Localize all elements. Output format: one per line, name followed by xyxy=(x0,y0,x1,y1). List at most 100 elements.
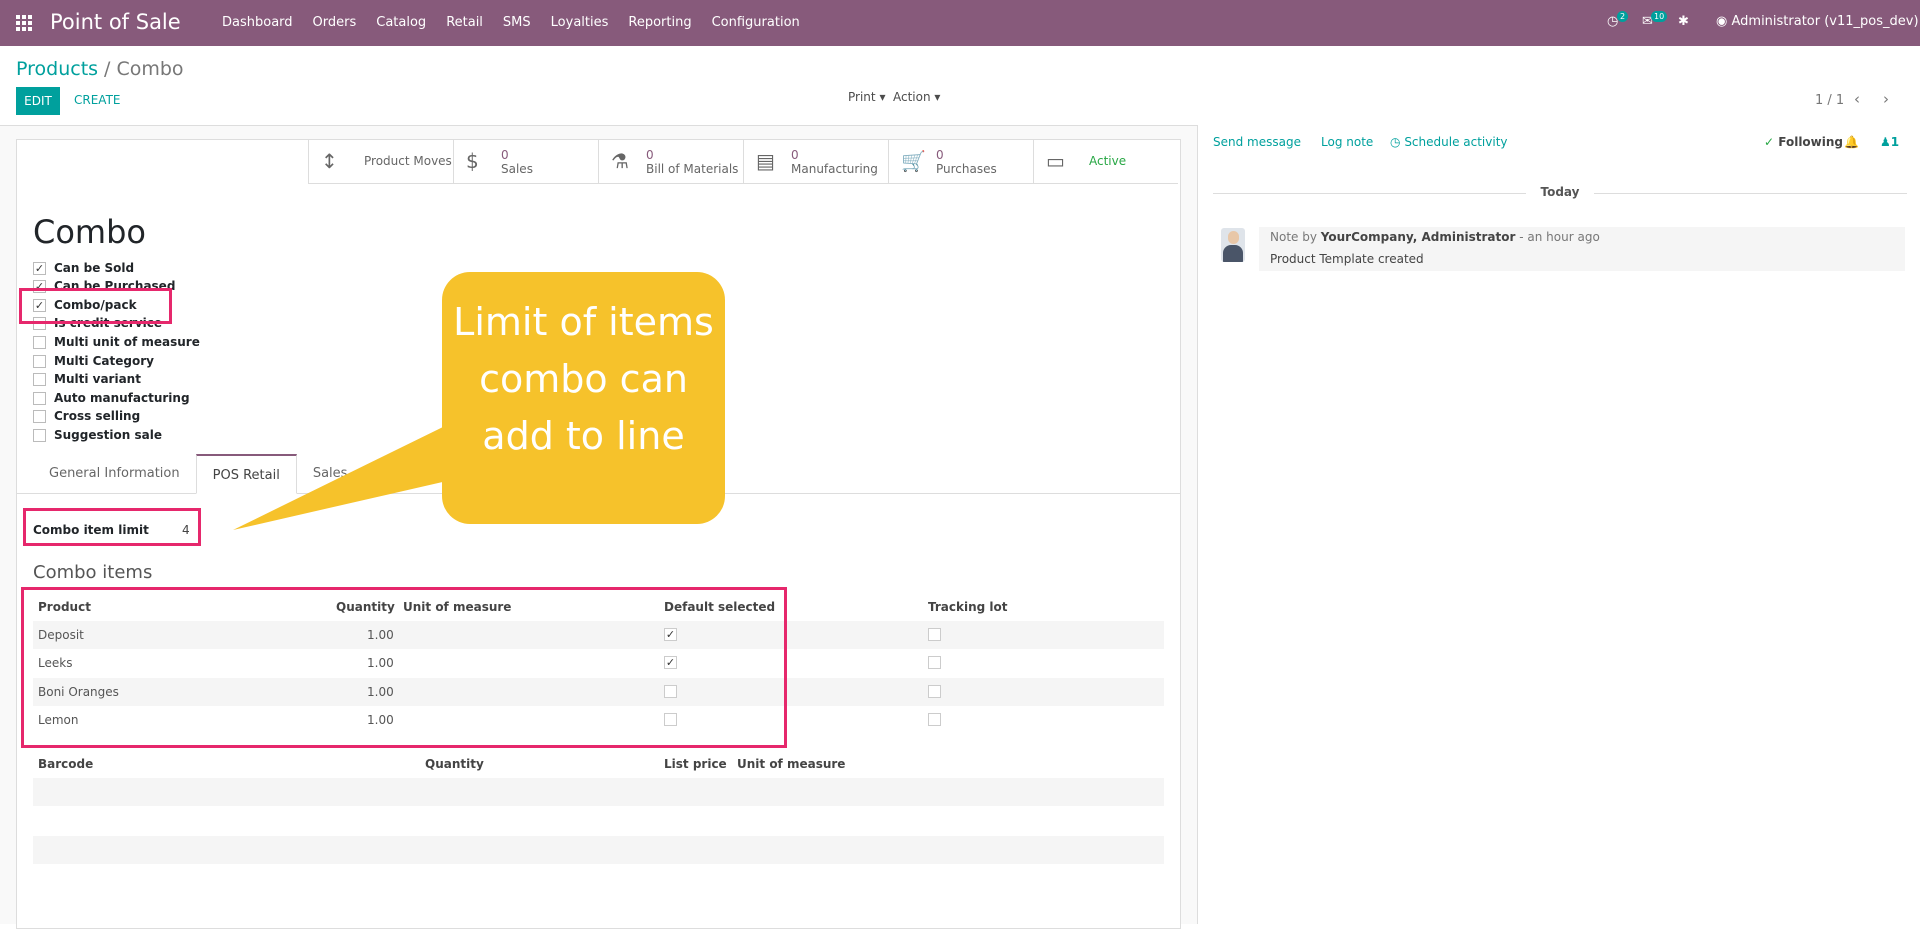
menu-dashboard[interactable]: Dashboard xyxy=(222,15,293,30)
multi-variant-checkbox[interactable]: Multi variant xyxy=(33,372,141,386)
smart-count: 0 xyxy=(501,148,509,162)
checkbox-label: Suggestion sale xyxy=(54,428,162,442)
combo-items-highlight xyxy=(21,587,787,748)
checkbox[interactable] xyxy=(33,428,46,442)
pager-value[interactable]: 1 / 1 xyxy=(1815,93,1844,108)
log-note-button[interactable]: Log note xyxy=(1321,135,1373,149)
schedule-activity-button[interactable]: ◷ Schedule activity xyxy=(1390,135,1508,149)
col-barcode-quantity[interactable]: Quantity xyxy=(425,757,484,771)
tracking-lot-checkbox[interactable] xyxy=(928,685,941,698)
product-moves-button[interactable]: ↕ Product Moves xyxy=(308,139,453,184)
cross-selling-checkbox[interactable]: Cross selling xyxy=(33,409,140,423)
edit-button[interactable]: EDIT xyxy=(16,87,60,115)
dollar-icon: $ xyxy=(466,149,479,173)
pager-next-icon[interactable]: › xyxy=(1883,90,1889,108)
menu-configuration[interactable]: Configuration xyxy=(712,15,800,30)
create-button[interactable]: CREATE xyxy=(74,93,121,107)
checkbox-label: Multi Category xyxy=(54,354,154,368)
auto-manufacturing-checkbox[interactable]: Auto manufacturing xyxy=(33,391,190,405)
messages-icon[interactable]: ✉ 10 xyxy=(1642,11,1668,29)
smart-label: Active xyxy=(1089,154,1127,168)
main-menu: Dashboard Orders Catalog Retail SMS Loya… xyxy=(222,15,820,30)
user-name: Administrator (v11_pos_dev) xyxy=(1731,14,1919,29)
caret-down-icon: ▾ xyxy=(879,90,886,104)
author-avatar[interactable] xyxy=(1221,228,1245,262)
checkbox[interactable] xyxy=(33,391,46,405)
print-label: Print xyxy=(848,90,876,104)
combo-limit-highlight xyxy=(23,508,201,546)
col-list-price[interactable]: List price xyxy=(664,757,727,771)
checkbox-label: Cross selling xyxy=(54,409,141,423)
chatter-message: Note by YourCompany, Administrator - an … xyxy=(1259,227,1905,271)
menu-reporting[interactable]: Reporting xyxy=(628,15,691,30)
menu-sms[interactable]: SMS xyxy=(503,15,531,30)
col-barcode[interactable]: Barcode xyxy=(38,757,93,771)
tracking-lot-checkbox[interactable] xyxy=(928,713,941,726)
activity-icon[interactable]: ◷ 2 xyxy=(1607,11,1629,29)
app-title: Point of Sale xyxy=(50,10,181,34)
menu-orders[interactable]: Orders xyxy=(313,15,357,30)
checkbox[interactable] xyxy=(33,354,46,368)
smart-label: Bill of Materials xyxy=(646,162,739,176)
multi-category-checkbox[interactable]: Multi Category xyxy=(33,354,154,368)
user-menu[interactable]: ◉ Administrator (v11_pos_dev) xyxy=(1716,14,1919,29)
user-icon: ♟ xyxy=(1880,135,1891,149)
activity-badge: 2 xyxy=(1617,11,1629,22)
checkbox[interactable] xyxy=(33,409,46,423)
followers-count: 1 xyxy=(1890,135,1900,149)
sales-button[interactable]: $0 Sales xyxy=(453,139,598,184)
apps-menu-icon[interactable] xyxy=(16,15,32,31)
message-time: - an hour ago xyxy=(1519,230,1600,244)
tracking-lot-checkbox[interactable] xyxy=(928,656,941,669)
breadcrumb-separator: / xyxy=(104,58,111,80)
tab-general-information[interactable]: General Information xyxy=(33,454,196,494)
cart-icon: 🛒 xyxy=(901,149,926,173)
breadcrumb: Products / Combo xyxy=(16,58,184,80)
menu-catalog[interactable]: Catalog xyxy=(376,15,426,30)
bom-button[interactable]: ⚗ 0 Bill of Materials xyxy=(598,139,743,184)
combo-pack-highlight xyxy=(19,288,172,324)
caret-down-icon: ▾ xyxy=(934,90,941,104)
col-barcode-uom[interactable]: Unit of measure xyxy=(737,757,845,771)
breadcrumb-current: Combo xyxy=(116,58,184,80)
pager-previous-icon[interactable]: ‹ xyxy=(1854,90,1860,108)
col-tracking-lot[interactable]: Tracking lot xyxy=(928,600,1008,614)
smart-count: 0 xyxy=(936,148,944,162)
message-author[interactable]: YourCompany, Administrator xyxy=(1321,230,1516,244)
purchases-button[interactable]: 🛒 0 Purchases xyxy=(888,139,1033,184)
breadcrumb-products[interactable]: Products xyxy=(16,58,98,80)
checkbox[interactable] xyxy=(33,335,46,349)
manufacturing-button[interactable]: ▤ 0 Manufacturing xyxy=(743,139,888,184)
tracking-lot-checkbox[interactable] xyxy=(928,628,941,641)
menu-loyalties[interactable]: Loyalties xyxy=(551,15,609,30)
checkbox-label: Multi unit of measure xyxy=(54,335,200,349)
action-label: Action xyxy=(893,90,931,104)
smart-label: Manufacturing xyxy=(791,162,878,176)
flask-icon: ⚗ xyxy=(611,149,629,173)
check-icon: ✓ xyxy=(1764,135,1775,149)
menu-retail[interactable]: Retail xyxy=(446,15,483,30)
top-navbar: Point of Sale Dashboard Orders Catalog R… xyxy=(0,0,1920,46)
empty-row xyxy=(33,778,1164,806)
send-message-button[interactable]: Send message xyxy=(1213,135,1301,149)
bell-icon[interactable]: 🔔 xyxy=(1844,135,1859,149)
checkbox-label: Multi variant xyxy=(54,372,141,386)
action-dropdown[interactable]: Action ▾ xyxy=(893,90,940,104)
followers-button[interactable]: ♟1 xyxy=(1880,135,1899,149)
checkbox[interactable]: ✓ xyxy=(33,261,46,275)
following-label: Following xyxy=(1778,135,1844,149)
checkbox[interactable] xyxy=(33,372,46,386)
can-be-sold-checkbox[interactable]: ✓ Can be Sold xyxy=(33,261,134,275)
multi-uom-checkbox[interactable]: Multi unit of measure xyxy=(33,335,200,349)
empty-row xyxy=(33,836,1164,864)
suggestion-sale-checkbox[interactable]: Suggestion sale xyxy=(33,428,162,442)
bug-icon[interactable]: ✱ xyxy=(1678,14,1689,29)
smart-label: Purchases xyxy=(936,162,997,176)
messages-badge: 10 xyxy=(1651,11,1668,22)
checkbox-label: Auto manufacturing xyxy=(54,391,190,405)
note-prefix: Note by xyxy=(1270,230,1317,244)
schedule-activity-label: Schedule activity xyxy=(1404,135,1508,149)
active-toggle-button[interactable]: ▭ Active xyxy=(1033,139,1178,184)
following-button[interactable]: ✓ Following xyxy=(1764,135,1843,149)
print-dropdown[interactable]: Print ▾ xyxy=(848,90,885,104)
